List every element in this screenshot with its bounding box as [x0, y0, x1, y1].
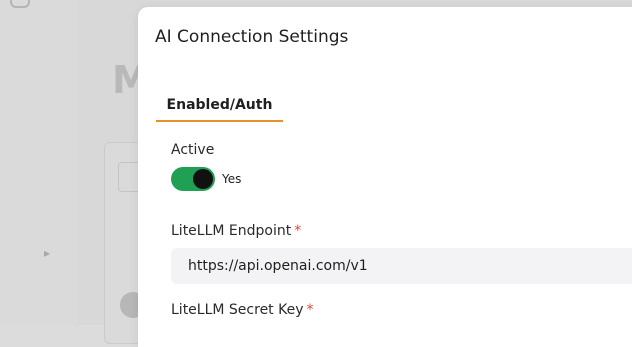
endpoint-input[interactable]	[171, 248, 632, 284]
chevron-right-icon: ▸	[44, 246, 51, 260]
active-toggle[interactable]	[171, 167, 215, 191]
background-menu-icon	[10, 0, 30, 8]
required-marker: *	[306, 302, 314, 318]
active-label: Active	[171, 142, 215, 158]
modal-title: AI Connection Settings	[155, 27, 349, 47]
endpoint-label-text: LiteLLM Endpoint	[171, 223, 292, 239]
secret-key-label: LiteLLM Secret Key *	[171, 302, 314, 318]
secret-key-label-text: LiteLLM Secret Key	[171, 302, 304, 318]
required-marker: *	[294, 223, 302, 239]
endpoint-label: LiteLLM Endpoint *	[171, 223, 301, 239]
toggle-state-text: Yes	[222, 172, 242, 186]
toggle-knob	[193, 169, 213, 189]
ai-connection-settings-modal: AI Connection Settings Enabled/Auth Acti…	[138, 7, 632, 347]
background-sidebar	[0, 0, 78, 325]
tab-enabled-auth[interactable]: Enabled/Auth	[156, 88, 283, 122]
